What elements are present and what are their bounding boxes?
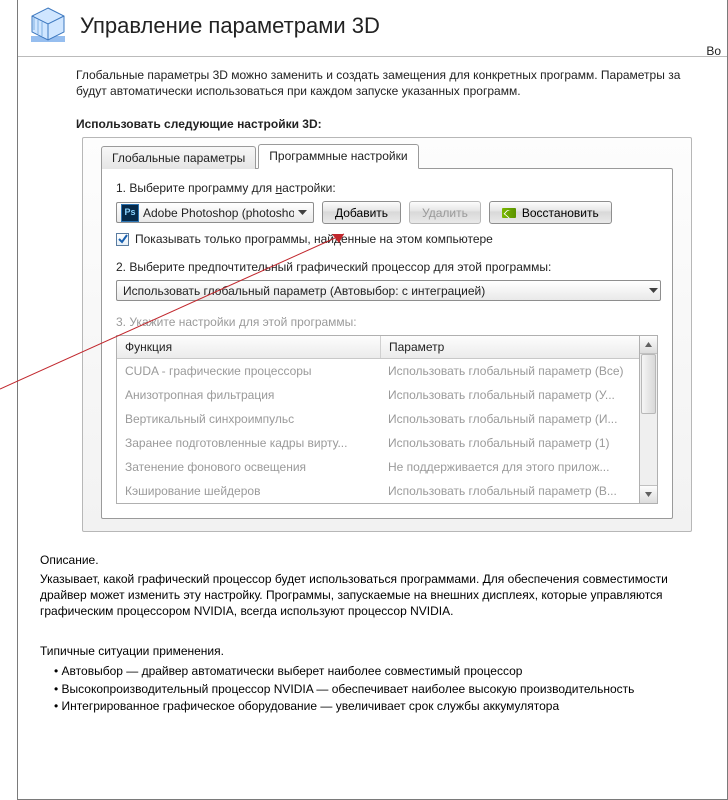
list-item: Автовыбор — драйвер автоматически выбере… <box>54 663 705 679</box>
settings-table-header: Функция Параметр <box>117 336 639 359</box>
cell-parameter: Использовать глобальный параметр (1) <box>380 436 639 450</box>
header-3d-icon <box>28 6 68 46</box>
program-tab-panel: 1. Выберите программу для настройки: Ps … <box>101 168 673 519</box>
intro-line2: будут автоматически использоваться при к… <box>76 83 705 99</box>
situations-section: Типичные ситуации применения. Автовыбор … <box>40 643 705 714</box>
chevron-down-icon <box>645 492 652 497</box>
scroll-track[interactable] <box>640 354 657 485</box>
program-select-text: Adobe Photoshop (photoshop.... <box>143 206 294 220</box>
scroll-up-button[interactable] <box>640 336 657 354</box>
tab-strip: Глобальные параметры Программные настрой… <box>101 144 673 169</box>
description-title: Описание. <box>40 552 705 568</box>
settings-group: Глобальные параметры Программные настрой… <box>82 137 692 532</box>
cell-parameter: Использовать глобальный параметр (У... <box>380 388 639 402</box>
step3-label: 3. Укажите настройки для этой программы: <box>116 315 658 329</box>
table-row[interactable]: CUDA - графические процессорыИспользоват… <box>117 359 639 383</box>
table-row[interactable]: Затенение фонового освещенияНе поддержив… <box>117 455 639 479</box>
only-installed-checkbox[interactable] <box>116 233 129 246</box>
nvidia-icon <box>502 208 516 218</box>
gpu-select-text: Использовать глобальный параметр (Автовы… <box>123 284 649 298</box>
tab-program[interactable]: Программные настройки <box>258 144 418 169</box>
step1-label-prefix: 1. Выберите программу для <box>116 181 276 195</box>
chevron-up-icon <box>645 342 652 347</box>
remove-button-label: Удалить <box>422 206 468 220</box>
list-item: Высокопроизводительный процессор NVIDIA … <box>54 681 705 697</box>
step1-label: 1. Выберите программу для настройки: <box>116 181 658 195</box>
cell-function: Заранее подготовленные кадры вирту... <box>117 436 380 450</box>
tab-global[interactable]: Глобальные параметры <box>101 146 256 169</box>
checkbox-row: Показывать только программы, найденные н… <box>116 232 658 246</box>
settings-window: Управление параметрами 3D Во Глобальные … <box>17 0 728 800</box>
description-body: Указывает, какой графический процессор б… <box>40 571 705 620</box>
description-section: Описание. Указывает, какой графический п… <box>18 532 727 714</box>
cell-function: Анизотропная фильтрация <box>117 388 380 402</box>
table-row[interactable]: Анизотропная фильтрацияИспользовать глоб… <box>117 383 639 407</box>
photoshop-icon: Ps <box>121 204 139 222</box>
checkmark-icon <box>118 234 128 244</box>
col-function[interactable]: Функция <box>117 336 381 358</box>
settings-section-label: Использовать следующие настройки 3D: <box>76 117 705 131</box>
header-right-link[interactable]: Во <box>706 44 721 58</box>
step1-label-suffix: астройки: <box>282 181 336 195</box>
situations-list: Автовыбор — драйвер автоматически выбере… <box>54 663 705 714</box>
table-row[interactable]: Заранее подготовленные кадры вирту...Исп… <box>117 431 639 455</box>
add-button[interactable]: Добавить <box>322 201 401 224</box>
remove-button[interactable]: Удалить <box>409 201 481 224</box>
cell-function: Кэширование шейдеров <box>117 484 380 498</box>
settings-table-body: CUDA - графические процессорыИспользоват… <box>117 359 639 503</box>
content-area: Глобальные параметры 3D можно заменить и… <box>18 57 727 532</box>
scrollbar[interactable] <box>640 335 658 504</box>
table-row[interactable]: Кэширование шейдеровИспользовать глобаль… <box>117 479 639 503</box>
step2-label: 2. Выберите предпочтительный графический… <box>116 260 658 274</box>
settings-table: Функция Параметр CUDA - графические проц… <box>116 335 640 504</box>
table-row[interactable]: Вертикальный синхроимпульсИспользовать г… <box>117 407 639 431</box>
only-installed-label: Показывать только программы, найденные н… <box>135 232 493 246</box>
cell-function: Вертикальный синхроимпульс <box>117 412 380 426</box>
gpu-select[interactable]: Использовать глобальный параметр (Автовы… <box>116 280 661 301</box>
cell-parameter: Использовать глобальный параметр (В... <box>380 484 639 498</box>
cell-parameter: Использовать глобальный параметр (И... <box>380 412 639 426</box>
cell-function: Затенение фонового освещения <box>117 460 380 474</box>
chevron-down-icon <box>294 204 311 221</box>
program-row: Ps Adobe Photoshop (photoshop.... Добави… <box>116 201 658 224</box>
scroll-thumb[interactable] <box>641 354 656 414</box>
restore-button[interactable]: Восстановить <box>489 201 612 224</box>
situations-title: Типичные ситуации применения. <box>40 643 705 659</box>
chevron-down-icon <box>649 288 658 294</box>
header: Управление параметрами 3D <box>18 0 727 57</box>
settings-table-wrap: Функция Параметр CUDA - графические проц… <box>116 335 658 504</box>
page-title: Управление параметрами 3D <box>80 13 380 39</box>
cell-function: CUDA - графические процессоры <box>117 364 380 378</box>
program-select[interactable]: Ps Adobe Photoshop (photoshop.... <box>116 202 314 223</box>
add-button-label: Добавить <box>335 206 388 220</box>
scroll-down-button[interactable] <box>640 485 657 503</box>
cell-parameter: Использовать глобальный параметр (Все) <box>380 364 639 378</box>
list-item: Интегрированное графическое оборудование… <box>54 698 705 714</box>
restore-button-label: Восстановить <box>522 206 599 220</box>
col-parameter[interactable]: Параметр <box>381 340 639 354</box>
cell-parameter: Не поддерживается для этого прилож... <box>380 460 639 474</box>
intro-line1: Глобальные параметры 3D можно заменить и… <box>76 67 705 83</box>
